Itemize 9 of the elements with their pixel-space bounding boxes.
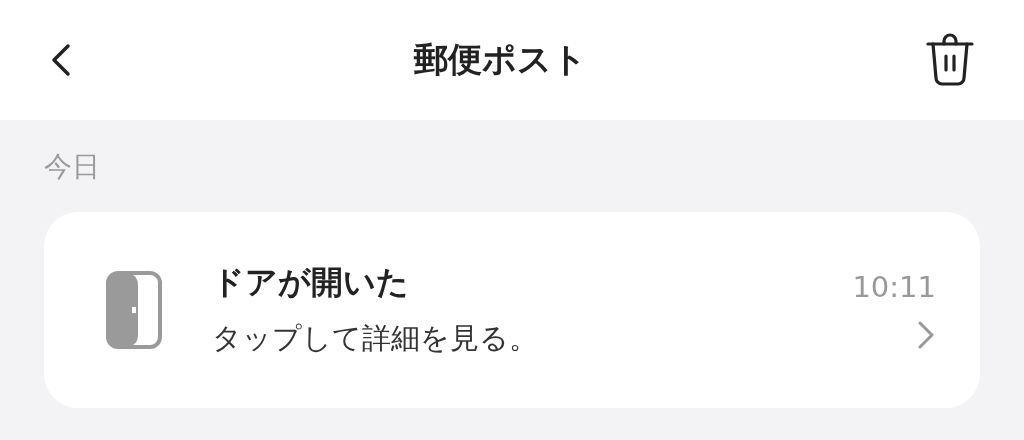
notification-time: 10:11 — [852, 270, 936, 304]
section-label: 今日 — [44, 149, 100, 185]
door-icon — [106, 271, 162, 349]
delete-button[interactable] — [924, 32, 976, 88]
notification-title: ドアが開いた — [212, 262, 409, 303]
page-title: 郵便ポスト — [413, 38, 587, 81]
notification-card[interactable]: ドアが開いた タップして詳細を見る。 10:11 — [44, 212, 980, 408]
notification-subtitle: タップして詳細を見る。 — [212, 320, 538, 357]
chevron-icon — [916, 320, 936, 350]
